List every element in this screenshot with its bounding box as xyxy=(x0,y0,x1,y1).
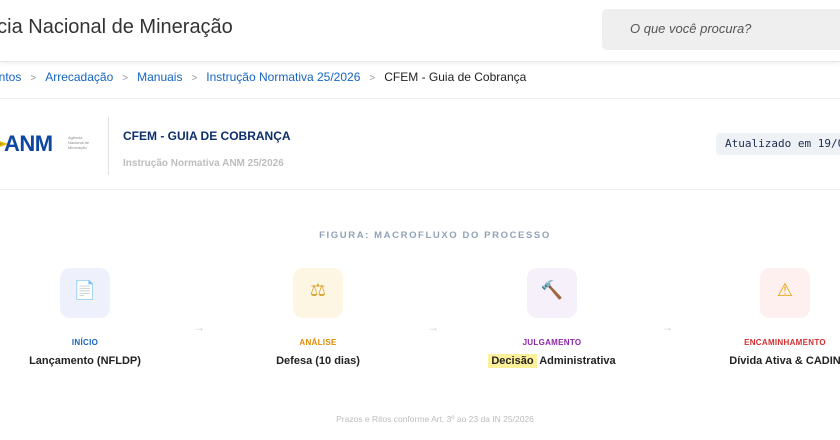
breadcrumb-separator: > xyxy=(369,73,376,84)
step-icon-box: 📄 xyxy=(60,268,110,318)
step-icon-box: ⚖ xyxy=(293,268,343,318)
breadcrumb-item-arrecadacao[interactable]: Arrecadação xyxy=(45,70,113,84)
breadcrumb-separator: > xyxy=(122,73,129,84)
logo-subtext: Agência Nacional de Mineração xyxy=(68,135,90,150)
site-header: ncia Nacional de Mineração O que você pr… xyxy=(0,0,840,62)
step-label: Decisão Administrativa xyxy=(467,354,637,368)
process-step-analise: ⚖ ANÁLISE Defesa (10 dias) xyxy=(233,268,403,367)
step-label: Defesa (10 dias) xyxy=(276,355,360,367)
step-label-rest: Administrativa xyxy=(536,355,616,367)
step-kicker: ENCAMINHAMENTO xyxy=(744,338,826,347)
step-label: Lançamento (NFLDP) xyxy=(29,355,141,367)
logo-text: ANM xyxy=(4,131,53,156)
breadcrumb-item-manuais[interactable]: Manuais xyxy=(137,70,182,84)
step-icon-box: ⚠ xyxy=(760,268,810,318)
search-placeholder: O que você procura? xyxy=(630,21,752,36)
document-title: CFEM - GUIA DE COBRANÇA xyxy=(123,129,291,143)
site-title[interactable]: ncia Nacional de Mineração xyxy=(0,16,233,39)
process-step-julgamento: 🔨 JULGAMENTO Decisão Administrativa xyxy=(467,268,637,368)
breadcrumb: untos > Arrecadação > Manuais > Instrução Norm… xyxy=(0,70,526,84)
breadcrumb-separator: > xyxy=(191,73,198,84)
breadcrumb-current: CFEM - Guia de Cobrança xyxy=(384,70,527,84)
step-label: Dívida Ativa & CADIN xyxy=(729,355,840,367)
search-input[interactable]: O que você procura? xyxy=(602,9,840,50)
breadcrumb-item-assuntos[interactable]: untos xyxy=(0,70,21,84)
figure-footnote: Prazos e Ritos conforme Art. 3º ao 23 da… xyxy=(336,414,534,424)
divider xyxy=(0,189,840,190)
step-icon-box: 🔨 xyxy=(527,268,577,318)
document-subtitle: Instrução Normativa ANM 25/2026 xyxy=(123,158,284,169)
arrow-right-icon: → xyxy=(427,320,439,334)
divider xyxy=(0,98,840,99)
gavel-icon: 🔨 xyxy=(540,280,564,300)
step-kicker: ANÁLISE xyxy=(299,338,337,347)
process-step-inicio: 📄 INÍCIO Lançamento (NFLDP) xyxy=(0,268,170,367)
process-step-encaminhamento: ⚠ ENCAMINHAMENTO Dívida Ativa & CADIN xyxy=(700,268,840,367)
arrow-right-icon: → xyxy=(661,320,673,334)
step-kicker: INÍCIO xyxy=(71,338,99,347)
document-icon: 📄 xyxy=(73,280,97,300)
highlighted-term: Decisão xyxy=(488,354,537,368)
updated-badge: Atualizado em 19/03 xyxy=(716,133,840,155)
figure-title: FIGURA: MACROFLUXO DO PROCESSO xyxy=(319,230,551,241)
breadcrumb-separator: > xyxy=(30,73,37,84)
breadcrumb-item-instrucao-normativa[interactable]: Instrução Normativa 25/2026 xyxy=(206,70,360,84)
header-divider xyxy=(108,117,109,175)
arrow-right-icon: → xyxy=(193,320,205,334)
warning-icon: ⚠ xyxy=(776,280,794,300)
scales-icon: ⚖ xyxy=(309,280,327,300)
step-kicker: JULGAMENTO xyxy=(522,338,582,347)
anm-logo: ANM Agência Nacional de Mineração xyxy=(0,131,104,161)
